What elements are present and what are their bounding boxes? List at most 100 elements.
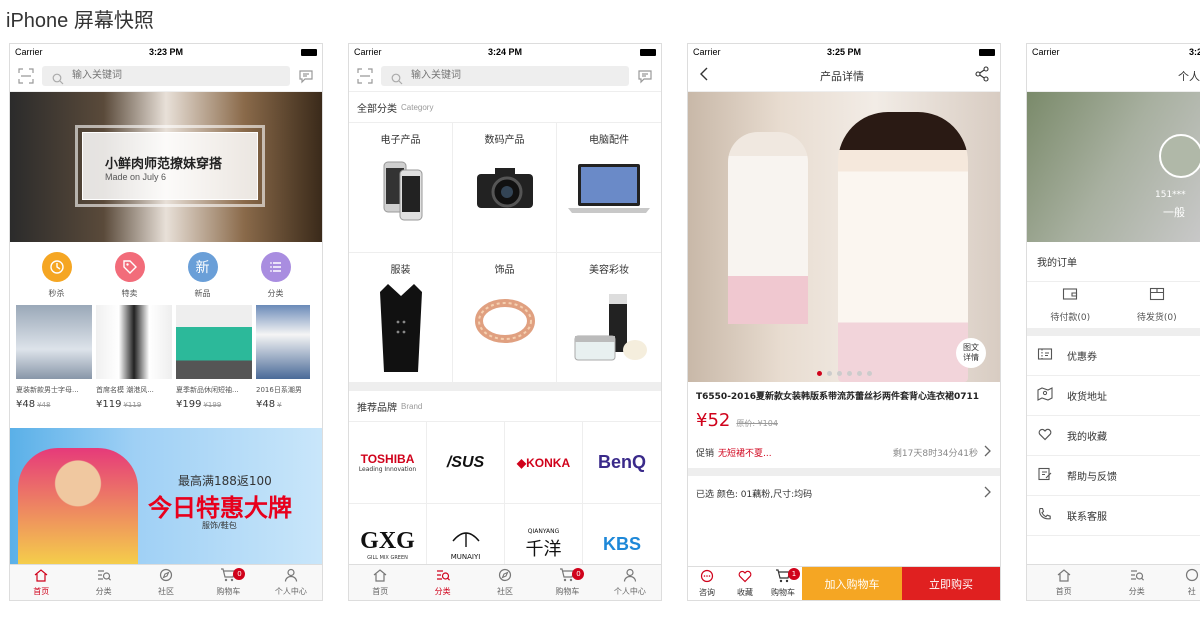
- pending-shipment-button[interactable]: 待发货(0): [1114, 282, 1200, 328]
- price-current: ¥119: [96, 399, 122, 410]
- user-icon: [623, 568, 637, 584]
- search-input[interactable]: [42, 65, 290, 86]
- carrier-label: Carrier: [1032, 47, 1060, 57]
- pending-payment-button[interactable]: 待付款(0): [1027, 282, 1114, 328]
- tab-category[interactable]: 分类: [72, 565, 134, 600]
- image-detail-badge[interactable]: 图文 详情: [956, 338, 986, 368]
- package-icon: [1149, 287, 1165, 304]
- menu-coupon[interactable]: 优惠券: [1027, 336, 1200, 376]
- gallery-model-left: [728, 132, 808, 372]
- menu-favorites[interactable]: 我的收藏: [1027, 416, 1200, 456]
- heart-icon: [738, 569, 752, 585]
- category-computer-accessories[interactable]: 电脑配件: [557, 123, 661, 253]
- buy-now-button[interactable]: 立即购买: [902, 567, 1000, 600]
- product-price: ¥52 原价: ¥104: [688, 404, 1000, 437]
- tab-home[interactable]: 首页: [1027, 565, 1100, 600]
- tab-cart[interactable]: 0 购物车: [197, 565, 259, 600]
- product-card[interactable]: 夏季新品休闲短袖... ¥199 ¥199: [176, 305, 252, 410]
- vest-image: [376, 282, 426, 377]
- product-card[interactable]: 2016日系潮男 ¥48 ¥: [256, 305, 310, 410]
- category-jewelry[interactable]: 饰品: [453, 253, 557, 383]
- tab-profile[interactable]: 个人中心: [599, 565, 661, 600]
- menu-label: 收货地址: [1067, 392, 1107, 403]
- menu-address[interactable]: 收货地址: [1027, 376, 1200, 416]
- menu-help-feedback[interactable]: 帮助与反馈: [1027, 456, 1200, 496]
- quick-entry-category[interactable]: 分类: [260, 252, 291, 299]
- promo-banner[interactable]: 最高满188返100 今日特惠大牌 服饰/鞋包: [10, 428, 322, 566]
- brand-benq[interactable]: BenQ: [583, 422, 661, 504]
- category-digital[interactable]: 数码产品: [453, 123, 557, 253]
- quick-entry-label: 特卖: [121, 289, 138, 298]
- share-icon[interactable]: [974, 66, 990, 85]
- brand-grid: TOSHIBA Leading Innovation /SUS ◆KONKA Be…: [349, 421, 661, 586]
- phone-category: Carrier 3:24 PM 全部分类 Category 电子产品 数码产品 电…: [348, 43, 662, 601]
- product-card[interactable]: 夏装新款男士字母... ¥48 ¥48: [16, 305, 92, 410]
- scan-icon[interactable]: [357, 67, 373, 84]
- avatar[interactable]: [1159, 134, 1200, 178]
- cart-badge: 1: [788, 568, 800, 580]
- clock-icon: [41, 252, 72, 282]
- price-original: ¥: [277, 401, 282, 409]
- search-input[interactable]: [381, 65, 629, 86]
- tab-label: 社: [1187, 587, 1196, 596]
- category-beauty[interactable]: 美容彩妆: [557, 253, 661, 383]
- home-icon: [373, 568, 387, 584]
- tab-community[interactable]: 社: [1173, 565, 1200, 600]
- scan-icon[interactable]: [18, 67, 34, 84]
- product-image: [96, 305, 172, 379]
- tab-label: 购物车: [555, 587, 580, 596]
- brand-toshiba[interactable]: TOSHIBA Leading Innovation: [349, 422, 427, 504]
- tab-category[interactable]: 分类: [411, 565, 473, 600]
- product-name: 夏装新款男士字母...: [16, 386, 79, 394]
- quick-entry-new[interactable]: 新 新品: [187, 252, 218, 299]
- category-label: 电脑配件: [589, 135, 629, 146]
- product-name: 2016日系潮男: [256, 386, 302, 394]
- category-clothing[interactable]: 服装: [349, 253, 453, 383]
- menu-customer-service[interactable]: 联系客服: [1027, 496, 1200, 536]
- my-orders-row[interactable]: 我的订单: [1027, 242, 1200, 282]
- product-gallery[interactable]: 图文 详情: [688, 92, 1000, 382]
- favorite-button[interactable]: 收藏: [726, 567, 764, 600]
- menu-label: 我的收藏: [1067, 432, 1107, 443]
- section-title: 推荐品牌: [357, 402, 397, 414]
- brand-logo-text: KBS: [602, 534, 641, 554]
- product-title: T6550-2016夏新款女装韩版系带流苏蕾丝衫两件套背心连衣裙0711: [696, 392, 980, 402]
- category-electronics[interactable]: 电子产品: [349, 123, 453, 253]
- promotion-row[interactable]: 促销 无短裙不夏... 剩17天8时34分41秒: [688, 437, 1000, 468]
- product-card[interactable]: 首席名模 潮港风... ¥119 ¥119: [96, 305, 172, 410]
- carrier-label: Carrier: [354, 47, 382, 57]
- tab-home[interactable]: 首页: [349, 565, 411, 600]
- brand-logo-subtext: GILL MIX GREEN: [367, 555, 408, 561]
- status-time: 3:2: [1189, 47, 1200, 57]
- quick-entry-special-sale[interactable]: 特卖: [114, 252, 145, 299]
- message-icon[interactable]: [637, 68, 653, 84]
- category-search-icon: [97, 568, 111, 584]
- cart-button[interactable]: 1 购物车: [764, 567, 802, 600]
- tab-home[interactable]: 首页: [10, 565, 72, 600]
- add-to-cart-button[interactable]: 加入购物车: [802, 567, 902, 600]
- tab-community[interactable]: 社区: [474, 565, 536, 600]
- hero-banner[interactable]: 小鲜肉师范撩妹穿搭 Made on July 6: [10, 92, 322, 242]
- pager-dot: [826, 371, 832, 376]
- profile-level: 一般: [1163, 206, 1185, 219]
- product-price: ¥119 ¥119: [96, 399, 172, 410]
- message-icon[interactable]: [298, 68, 314, 84]
- consult-button[interactable]: 咨询: [688, 567, 726, 600]
- spec-selection-row[interactable]: 已选 颜色: 01藕粉,尺寸:均码: [688, 476, 1000, 511]
- tab-community[interactable]: 社区: [135, 565, 197, 600]
- brand-logo-text: GXG: [360, 528, 415, 554]
- tab-label: 个人中心: [613, 587, 646, 596]
- back-icon[interactable]: [698, 67, 710, 84]
- badge-line: 详情: [963, 353, 979, 362]
- phone-icon: [1037, 507, 1053, 524]
- tab-category[interactable]: 分类: [1100, 565, 1173, 600]
- order-status-row: 待付款(0) 待发货(0): [1027, 282, 1200, 336]
- brand-konka[interactable]: ◆KONKA: [505, 422, 583, 504]
- tab-cart[interactable]: 0 购物车: [536, 565, 598, 600]
- brand-asus[interactable]: /SUS: [427, 422, 505, 504]
- button-label: 购物车: [771, 588, 795, 597]
- status-time: 3:25 PM: [826, 47, 861, 57]
- carrier-label: Carrier: [693, 47, 721, 57]
- quick-entry-flash-sale[interactable]: 秒杀: [41, 252, 72, 299]
- tab-profile[interactable]: 个人中心: [260, 565, 322, 600]
